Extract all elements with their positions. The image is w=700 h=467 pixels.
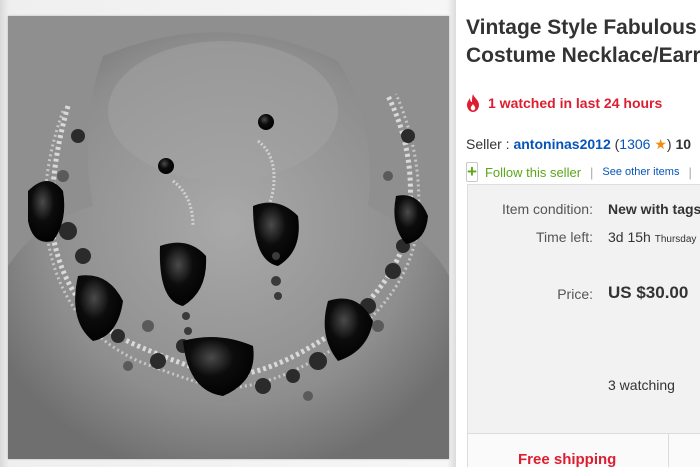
time-left-duration: 3d 15h [608,229,651,245]
divider: | [590,164,594,180]
item-condition-value: New with tags [608,201,700,217]
star-icon: ★ [654,136,667,152]
item-details-panel: Item condition: New with tags Time left:… [467,184,700,467]
watching-count: 3 watching [608,377,675,393]
time-left-label: Time left: [535,229,593,245]
seller-feedback-score[interactable]: 1306 [619,136,650,152]
listing-title: Vintage Style Fabulous R Costume Necklac… [466,14,700,70]
product-photo[interactable] [8,16,449,459]
seller-paren-open: ( [610,136,620,152]
time-left-day: Thursday [654,234,697,245]
divider-2: | [688,164,692,180]
follow-seller-link[interactable]: Follow this seller [485,165,581,180]
seller-positive-feedback: 10 [675,136,692,152]
free-shipping-label: Free shipping [518,451,617,467]
see-other-items-link[interactable]: See other items [602,166,679,178]
shipping-box: Free shipping [467,433,700,467]
seller-name-link[interactable]: antoninas2012 [513,136,610,152]
listing-title-line2: Costume Necklace/Earrin [466,44,700,67]
necklace-photo-image [8,16,449,459]
time-left-value: 3d 15h Thursday [608,229,696,245]
listing-title-line1: Vintage Style Fabulous R [466,16,700,39]
flame-icon [467,94,479,112]
seller-label: Seller : [466,136,514,152]
product-image-frame [0,0,456,467]
seller-paren-close: ) [666,136,672,152]
seller-info: Seller : antoninas2012 (1306 ★) 10 [466,136,691,153]
price-value: US $30.00 [608,283,689,302]
watch-alert: 1 watched in last 24 hours [466,92,662,114]
plus-icon[interactable]: + [466,162,478,182]
item-condition-label: Item condition: [501,201,593,217]
shipping-divider [668,434,669,467]
watch-alert-text: 1 watched in last 24 hours [488,95,663,111]
price-label: Price: [557,286,593,302]
follow-row: + Follow this seller | See other items | [466,160,700,184]
